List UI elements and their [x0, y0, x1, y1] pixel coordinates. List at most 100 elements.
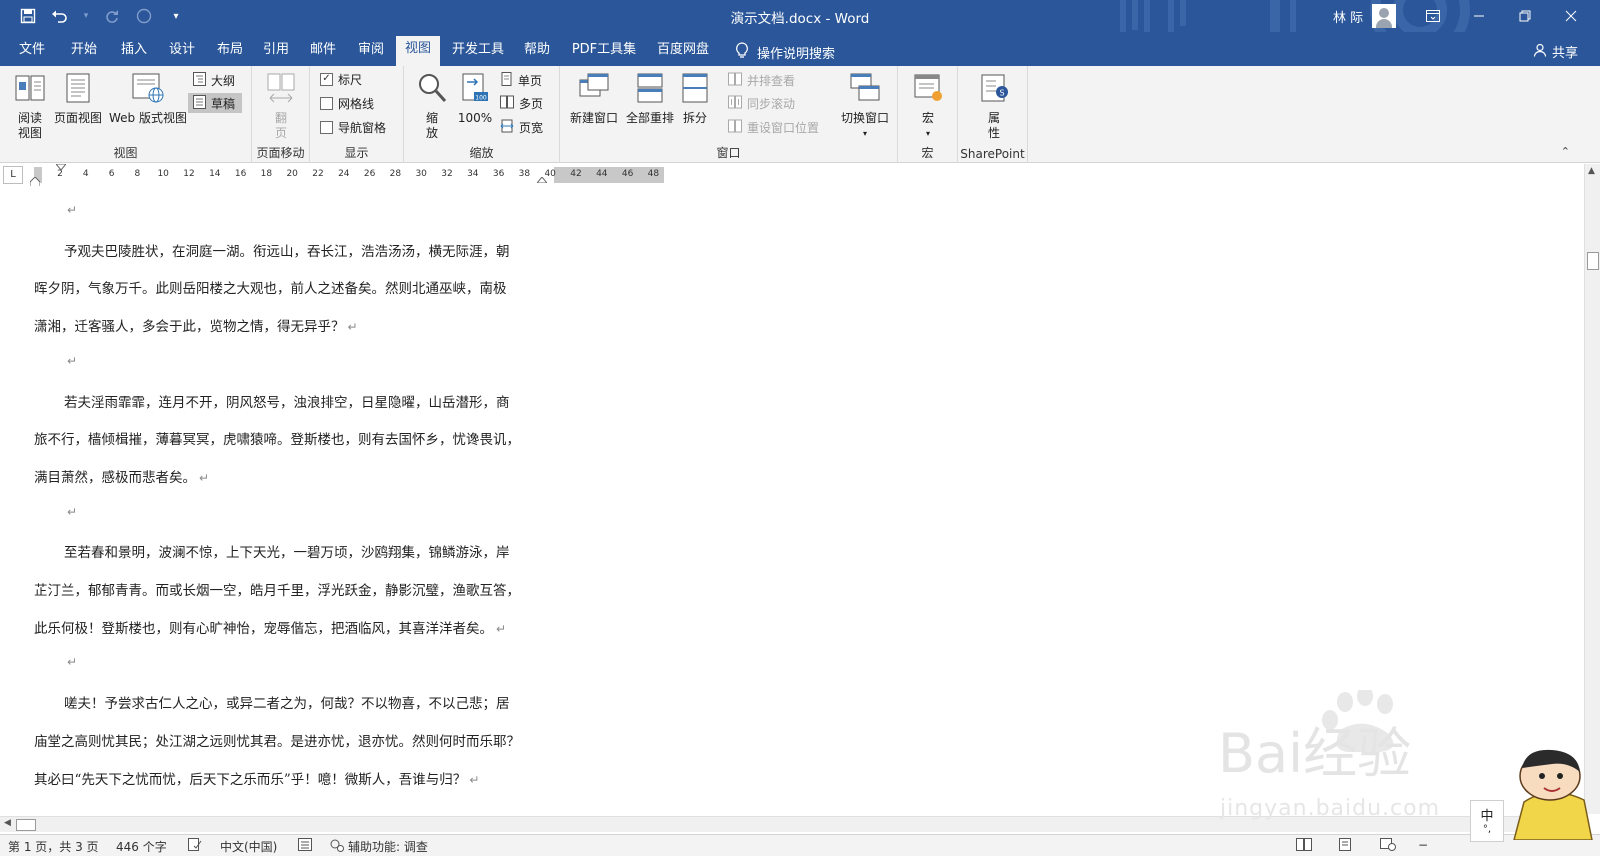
- document-text-line[interactable]: 若夫淫雨霏霏，连月不开，阴风怒号，浊浪排空，日星隐曜，山岳潜形，商: [64, 391, 510, 411]
- page-width-button[interactable]: 页宽: [500, 117, 543, 137]
- empty-paragraph[interactable]: ↵: [64, 504, 77, 520]
- ribbon-display-options-icon[interactable]: [1410, 0, 1456, 32]
- proofing-icon[interactable]: [188, 838, 202, 851]
- zoom-out-icon[interactable]: −: [1418, 838, 1428, 852]
- document-text-line[interactable]: 潇湘，迁客骚人，多会于此，览物之情，得无异乎？ ↵: [34, 315, 358, 335]
- paragraph-mark: ↵: [67, 655, 78, 670]
- document-text-line[interactable]: 庙堂之高则忧其民；处江湖之远则忧其君。是进亦忧，退亦忧。然则何时而乐耶？: [34, 730, 520, 750]
- document-text-line[interactable]: 旅不行，樯倾楫摧，薄暮冥冥，虎啸猿啼。登斯楼也，则有去国怀乡，忧谗畏讥，: [34, 428, 520, 448]
- draft-button[interactable]: 草稿: [188, 93, 242, 113]
- ruler-number: 14: [209, 169, 221, 179]
- side-to-side-button[interactable]: 翻 页: [260, 72, 302, 141]
- print-layout-button[interactable]: 页面视图: [51, 72, 105, 126]
- right-indent-marker[interactable]: [537, 177, 547, 183]
- line-text: 其必曰“先天下之忧而忧，后天下之乐而乐”乎！噫！微斯人，吾谁与归？: [34, 771, 467, 788]
- user-name[interactable]: 林 际: [1333, 7, 1363, 26]
- tab-design[interactable]: 设计: [160, 40, 204, 66]
- tab-baidu-netdisk[interactable]: 百度网盘: [648, 40, 718, 66]
- read-mode-button[interactable]: 阅读 视图: [8, 72, 52, 141]
- page-width-label: 页宽: [519, 120, 544, 135]
- tab-review[interactable]: 审阅: [348, 40, 394, 66]
- scroll-up-icon[interactable]: ▲: [1588, 166, 1595, 176]
- tell-me-search[interactable]: 操作说明搜索: [735, 42, 835, 63]
- switch-windows-button[interactable]: 切换窗口 ▾: [836, 72, 894, 141]
- tab-help[interactable]: 帮助: [514, 40, 560, 66]
- tab-view[interactable]: 视图: [396, 36, 440, 66]
- properties-button[interactable]: S 属 性: [974, 72, 1014, 141]
- navigation-pane-checkbox[interactable]: 导航窗格: [320, 117, 386, 137]
- empty-paragraph[interactable]: ↵: [64, 654, 77, 670]
- ruler-number: 36: [492, 169, 505, 179]
- person-icon: [1533, 43, 1547, 61]
- print-layout-status-icon[interactable]: [1338, 838, 1352, 851]
- gridlines-checkbox[interactable]: 网格线: [320, 93, 374, 113]
- arrange-all-button[interactable]: 全部重排: [622, 72, 678, 126]
- vertical-scroll-thumb[interactable]: [1587, 252, 1599, 270]
- language-indicator[interactable]: 中文(中国): [220, 838, 277, 855]
- synchronous-scrolling-button[interactable]: 同步滚动: [728, 93, 795, 113]
- line-text: 晖夕阴，气象万千。此则岳阳楼之大观也，前人之述备矣。然则北通巫峡，南极: [34, 281, 507, 298]
- close-icon[interactable]: [1548, 0, 1594, 32]
- magnifier-icon: [417, 72, 447, 108]
- zoom-button[interactable]: 缩 放: [414, 72, 450, 141]
- tab-selector[interactable]: L: [3, 166, 23, 184]
- zoom-100-button[interactable]: 100 100%: [454, 72, 496, 126]
- ruler-number: 4: [82, 169, 89, 179]
- document-text-line[interactable]: 晖夕阴，气象万千。此则岳阳楼之大观也，前人之述备矣。然则北通巫峡，南极: [34, 277, 507, 297]
- multiple-pages-button[interactable]: 多页: [500, 93, 543, 113]
- web-layout-status-icon[interactable]: [1380, 838, 1396, 851]
- split-button[interactable]: 拆分: [678, 72, 712, 126]
- avatar[interactable]: [1372, 4, 1396, 28]
- line-text: 潇湘，迁客骚人，多会于此，览物之情，得无异乎？: [34, 319, 345, 336]
- horizontal-scroll-thumb[interactable]: [16, 819, 36, 831]
- document-text-line[interactable]: 嗟夫！予尝求古仁人之心，或异二者之为，何哉？不以物喜，不以己悲；居: [64, 692, 510, 712]
- horizontal-ruler[interactable]: 2 4 6 8 10 12 14 16 18 20 22 24 26 28 30 32 34 36 38 40 42 44…: [30, 164, 664, 187]
- document-text-line[interactable]: 芷汀兰，郁郁青青。而或长烟一空，皓月千里，浮光跃金，静影沉璧，渔歌互答，: [34, 579, 520, 599]
- nav-pane-label: 导航窗格: [338, 120, 387, 135]
- side-by-side-label: 并排查看: [747, 73, 796, 88]
- view-side-by-side-button[interactable]: 并排查看: [728, 70, 795, 90]
- document-page[interactable]: ↵ 予观夫巴陵胜状，在洞庭一湖。衔远山，吞长江，浩浩汤汤，横无际涯，朝晖夕阴，气象…: [0, 186, 1584, 814]
- tab-pdf-tools[interactable]: PDF工具集: [566, 40, 642, 66]
- new-window-button[interactable]: 新建窗口: [566, 72, 622, 126]
- read-mode-status-icon[interactable]: [1296, 838, 1312, 851]
- horizontal-scrollbar[interactable]: ◀: [0, 816, 1584, 832]
- restore-icon[interactable]: [1502, 0, 1548, 32]
- tab-insert[interactable]: 插入: [112, 40, 156, 66]
- gridlines-label: 网格线: [338, 96, 375, 111]
- one-page-button[interactable]: 单页: [500, 70, 542, 90]
- first-line-indent-marker[interactable]: [56, 164, 66, 170]
- document-text-line[interactable]: 此乐何极！登斯楼也，则有心旷神怡，宠辱偕忘，把酒临风，其喜洋洋者矣。 ↵: [34, 617, 506, 637]
- accessibility-checker[interactable]: 辅助功能: 调查: [330, 838, 428, 855]
- document-text-line[interactable]: 至若春和景明，波澜不惊，上下天光，一碧万顷，沙鸥翔集，锦鳞游泳，岸: [64, 541, 510, 561]
- ruler-checkbox[interactable]: ✓ 标尺: [320, 69, 362, 89]
- ruler-number: 42: [570, 169, 582, 179]
- macro-record-icon[interactable]: [298, 838, 312, 851]
- document-text-line[interactable]: 予观夫巴陵胜状，在洞庭一湖。衔远山，吞长江，浩浩汤汤，横无际涯，朝: [64, 240, 510, 260]
- macros-button[interactable]: 宏 ▾: [908, 72, 948, 141]
- group-macros-label: 宏: [921, 146, 934, 160]
- document-text-line[interactable]: 其必曰“先天下之忧而忧，后天下之乐而乐”乎！噫！微斯人，吾谁与归？ ↵: [34, 768, 479, 788]
- tab-developer[interactable]: 开发工具: [446, 40, 510, 66]
- split-icon: [681, 72, 709, 108]
- tab-layout[interactable]: 布局: [208, 40, 252, 66]
- reset-window-position-button[interactable]: 重设窗口位置: [728, 117, 819, 137]
- web-layout-button[interactable]: Web 版式视图: [106, 72, 190, 126]
- group-sharepoint-label: SharePoint: [960, 147, 1025, 161]
- tab-home[interactable]: 开始: [62, 40, 106, 66]
- empty-paragraph[interactable]: ↵: [64, 353, 77, 369]
- empty-paragraph[interactable]: ↵: [64, 202, 77, 218]
- tab-mailings[interactable]: 邮件: [301, 40, 345, 66]
- minimize-icon[interactable]: [1456, 0, 1502, 32]
- tab-references[interactable]: 引用: [254, 40, 298, 66]
- word-count[interactable]: 446 个字: [116, 838, 167, 855]
- document-text-line[interactable]: 满目萧然，感极而悲者矣。 ↵: [34, 466, 209, 486]
- outline-button[interactable]: 大纲: [190, 70, 244, 90]
- share-button[interactable]: 共享: [1533, 42, 1578, 61]
- tab-file[interactable]: 文件: [8, 40, 56, 66]
- page-count[interactable]: 第 1 页，共 3 页: [8, 838, 99, 855]
- ruler-number: 46: [621, 169, 634, 179]
- scroll-left-icon[interactable]: ◀: [4, 818, 11, 828]
- collapse-ribbon-icon[interactable]: ⌃: [1561, 145, 1570, 158]
- vertical-scrollbar[interactable]: ▲: [1584, 164, 1600, 814]
